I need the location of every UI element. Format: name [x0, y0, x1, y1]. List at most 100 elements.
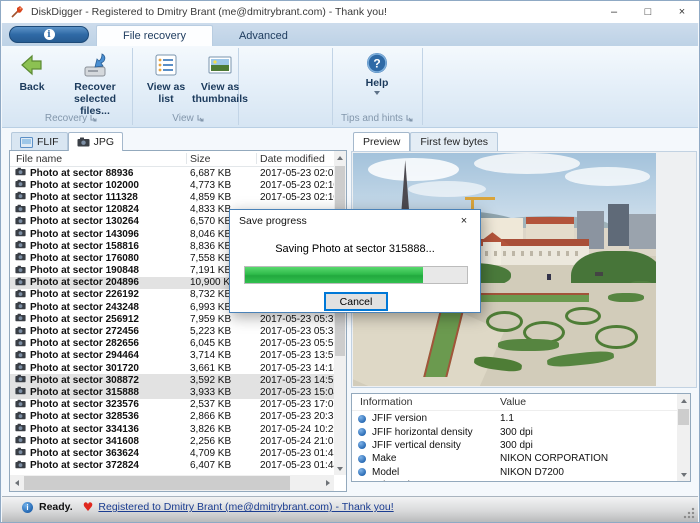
file-row[interactable]: Photo at sector 2569127,959 KB2017-05-23… — [10, 313, 334, 325]
file-size: 3,714 KB — [190, 350, 252, 361]
file-name: Photo at sector 308872 — [30, 375, 186, 386]
resize-grip[interactable] — [683, 507, 695, 519]
tab-file-recovery[interactable]: File recovery — [96, 25, 213, 46]
scroll-left-button[interactable] — [10, 475, 23, 491]
column-file-name[interactable]: File name — [16, 153, 62, 165]
info-scroll-thumb[interactable] — [678, 409, 689, 425]
file-row[interactable]: Photo at sector 3285362,866 KB2017-05-23… — [10, 411, 334, 423]
file-row[interactable]: Photo at sector 3728246,407 KB2017-05-23… — [10, 460, 334, 472]
file-row[interactable]: Photo at sector 3416082,256 KB2017-05-24… — [10, 435, 334, 447]
file-name: Photo at sector 204896 — [30, 277, 186, 288]
column-date-modified[interactable]: Date modified — [260, 153, 325, 165]
exif-info-table: Information Value JFIF version1.1JFIF ho… — [351, 393, 691, 482]
dialog-launcher-icon[interactable] — [197, 115, 204, 122]
file-row[interactable]: Photo at sector 2724565,223 KB2017-05-23… — [10, 325, 334, 337]
file-size: 2,866 KB — [190, 411, 252, 422]
horizontal-scroll-thumb[interactable] — [24, 476, 290, 490]
file-date: 2017-05-23 01:44:49 — [260, 460, 334, 471]
file-row[interactable]: Photo at sector 2944643,714 KB2017-05-23… — [10, 350, 334, 362]
back-button[interactable]: Back — [10, 50, 54, 93]
file-size: 5,223 KB — [190, 326, 252, 337]
column-size[interactable]: Size — [190, 153, 210, 165]
registration-link[interactable]: Registered to Dmitry Brant (me@dmitrybra… — [98, 501, 393, 513]
recover-selected-files-button[interactable]: Recover selected files... — [54, 50, 136, 117]
camera-icon — [77, 137, 90, 147]
info-row[interactable]: Orientation1 — [352, 479, 677, 481]
info-value: 1 — [500, 480, 506, 481]
column-information[interactable]: Information — [360, 396, 413, 408]
file-list-horizontal-scrollbar[interactable] — [10, 475, 334, 491]
camera-icon — [15, 228, 26, 240]
view-as-thumbnails-button[interactable]: View as thumbnails — [190, 50, 250, 105]
camera-icon — [15, 460, 26, 472]
scroll-down-button[interactable] — [334, 462, 346, 475]
status-bar: i Ready. ♥ Registered to Dmitry Brant (m… — [2, 496, 698, 522]
column-divider[interactable] — [256, 153, 257, 164]
dialog-launcher-icon[interactable] — [406, 115, 413, 122]
file-date: 2017-05-23 14:18:52 — [260, 363, 334, 374]
info-row[interactable]: JFIF vertical density300 dpi — [352, 439, 677, 452]
minimize-button[interactable]: – — [597, 1, 631, 23]
view-as-list-button[interactable]: View as list — [142, 50, 190, 105]
file-date: 2017-05-23 05:56:11 — [260, 338, 334, 349]
info-value: 300 dpi — [500, 427, 533, 438]
app-menu-button[interactable]: i — [9, 26, 89, 43]
file-row[interactable]: Photo at sector 2826566,045 KB2017-05-23… — [10, 338, 334, 350]
info-bullet-icon — [358, 455, 366, 463]
tab-flif[interactable]: FLIF — [11, 132, 68, 151]
column-value[interactable]: Value — [500, 396, 526, 408]
file-row[interactable]: Photo at sector 889366,687 KB2017-05-23 … — [10, 167, 334, 179]
file-date: 2017-05-23 02:10:44 — [260, 192, 334, 203]
tab-preview[interactable]: Preview — [353, 132, 410, 151]
file-name: Photo at sector 323576 — [30, 399, 186, 410]
info-name: JFIF horizontal density — [372, 427, 500, 438]
camera-icon — [15, 277, 26, 289]
file-row[interactable]: Photo at sector 3017203,661 KB2017-05-23… — [10, 362, 334, 374]
close-button[interactable]: × — [665, 1, 699, 23]
camera-icon — [15, 204, 26, 216]
info-row[interactable]: MakeNIKON CORPORATION — [352, 452, 677, 465]
cancel-button[interactable]: Cancel — [324, 292, 388, 311]
help-button[interactable]: ? Help — [354, 50, 400, 95]
file-row[interactable]: Photo at sector 3235762,537 KB2017-05-23… — [10, 399, 334, 411]
file-name: Photo at sector 130264 — [30, 216, 186, 227]
file-row[interactable]: Photo at sector 3341363,826 KB2017-05-24… — [10, 423, 334, 435]
scroll-up-button[interactable] — [334, 151, 346, 164]
preview-tabs: Preview First few bytes — [353, 132, 498, 151]
file-row[interactable]: Photo at sector 3088723,592 KB2017-05-23… — [10, 374, 334, 386]
column-divider[interactable] — [186, 153, 187, 164]
file-list-header: File name Size Date modified — [10, 151, 334, 167]
file-list-vertical-scrollbar[interactable] — [334, 151, 346, 475]
info-scroll-down-button[interactable] — [677, 468, 690, 481]
camera-icon — [15, 216, 26, 228]
info-row[interactable]: JFIF version1.1 — [352, 412, 677, 425]
maximize-button[interactable]: □ — [631, 1, 665, 23]
info-name: Make — [372, 453, 500, 464]
list-view-icon — [153, 52, 179, 78]
file-size: 6,687 KB — [190, 168, 252, 179]
info-row[interactable]: ModelNIKON D7200 — [352, 466, 677, 479]
file-name: Photo at sector 190848 — [30, 265, 186, 276]
tab-advanced[interactable]: Advanced — [213, 25, 314, 46]
file-name: Photo at sector 243248 — [30, 302, 186, 313]
info-scroll-up-button[interactable] — [677, 394, 690, 407]
tab-jpg[interactable]: JPG — [68, 132, 123, 151]
file-name: Photo at sector 282656 — [30, 338, 186, 349]
file-row[interactable]: Photo at sector 1020004,773 KB2017-05-23… — [10, 179, 334, 191]
file-size: 4,773 KB — [190, 180, 252, 191]
dialog-close-button[interactable]: × — [448, 210, 480, 231]
file-name: Photo at sector 363624 — [30, 448, 186, 459]
file-row[interactable]: Photo at sector 3636244,709 KB2017-05-23… — [10, 447, 334, 459]
window-title: DiskDigger - Registered to Dmitry Brant … — [31, 6, 387, 18]
progress-bar — [244, 266, 468, 284]
tab-first-few-bytes[interactable]: First few bytes — [410, 132, 498, 151]
progress-bar-fill — [245, 267, 423, 283]
info-table-header: Information Value — [352, 394, 677, 411]
scroll-right-button[interactable] — [321, 475, 334, 491]
info-vertical-scrollbar[interactable] — [677, 394, 690, 481]
file-row[interactable]: Photo at sector 3158883,933 KB2017-05-23… — [10, 386, 334, 398]
dialog-launcher-icon[interactable] — [90, 115, 97, 122]
file-name: Photo at sector 176080 — [30, 253, 186, 264]
info-row[interactable]: JFIF horizontal density300 dpi — [352, 425, 677, 438]
file-row[interactable]: Photo at sector 1113284,859 KB2017-05-23… — [10, 191, 334, 203]
